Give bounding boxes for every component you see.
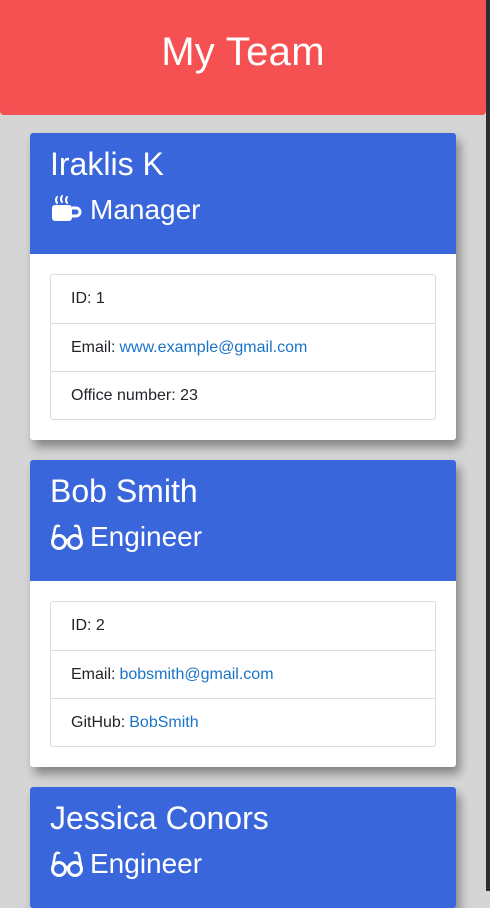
- list-item-id: ID: 1: [51, 275, 435, 323]
- employee-name: Jessica Conors: [50, 800, 269, 836]
- employee-role: Manager: [50, 193, 436, 227]
- card-header: Iraklis K Manager: [30, 133, 456, 254]
- mug-icon: [50, 193, 84, 227]
- list-item-office-number: Office number: 23: [51, 371, 435, 419]
- glasses-icon: [50, 520, 84, 554]
- id-label: ID:: [71, 290, 92, 307]
- card-body: ID: 2 Email: bobsmith@gmail.com GitHub: …: [30, 581, 456, 767]
- employee-role-label: Engineer: [90, 848, 203, 879]
- employee-card-engineer: Jessica Conors Engineer: [30, 787, 456, 908]
- id-label: ID:: [71, 617, 92, 634]
- page-title: My Team: [161, 30, 325, 74]
- list-item-email: Email: www.example@gmail.com: [51, 323, 435, 371]
- employee-card-manager: Iraklis K Manager ID: 1 Email: www.examp…: [30, 133, 456, 440]
- list-item-id: ID: 2: [51, 602, 435, 650]
- page-header: My Team: [0, 0, 486, 115]
- email-label: Email:: [71, 665, 116, 683]
- employee-role-label: Manager: [90, 194, 201, 225]
- email-link[interactable]: www.example@gmail.com: [119, 339, 307, 357]
- right-edge-strip: [486, 0, 490, 891]
- card-body: ID: 1 Email: www.example@gmail.com Offic…: [30, 254, 456, 440]
- office-number-label: Office number:: [71, 386, 176, 404]
- employee-role: Engineer: [50, 847, 436, 881]
- github-link[interactable]: BobSmith: [129, 714, 198, 732]
- card-header: Bob Smith Engineer: [30, 460, 456, 581]
- email-label: Email:: [71, 338, 116, 356]
- employee-role: Engineer: [50, 520, 436, 554]
- glasses-icon: [50, 847, 84, 881]
- list-item-email: Email: bobsmith@gmail.com: [51, 650, 435, 698]
- id-value: 2: [95, 617, 105, 634]
- card-header: Jessica Conors Engineer: [30, 787, 456, 908]
- email-link[interactable]: bobsmith@gmail.com: [119, 666, 273, 684]
- details-list: ID: 2 Email: bobsmith@gmail.com GitHub: …: [50, 601, 436, 747]
- employee-name: Bob Smith: [50, 473, 198, 509]
- employee-role-label: Engineer: [90, 521, 203, 552]
- employee-card-engineer: Bob Smith Engineer ID: 2 Email: bobsmith…: [30, 460, 456, 767]
- details-list: ID: 1 Email: www.example@gmail.com Offic…: [50, 274, 436, 420]
- office-number-value: 23: [180, 386, 198, 404]
- github-label: GitHub:: [71, 713, 126, 731]
- employee-name: Iraklis K: [50, 146, 164, 182]
- list-item-github: GitHub: BobSmith: [51, 698, 435, 746]
- id-value: 1: [95, 290, 105, 307]
